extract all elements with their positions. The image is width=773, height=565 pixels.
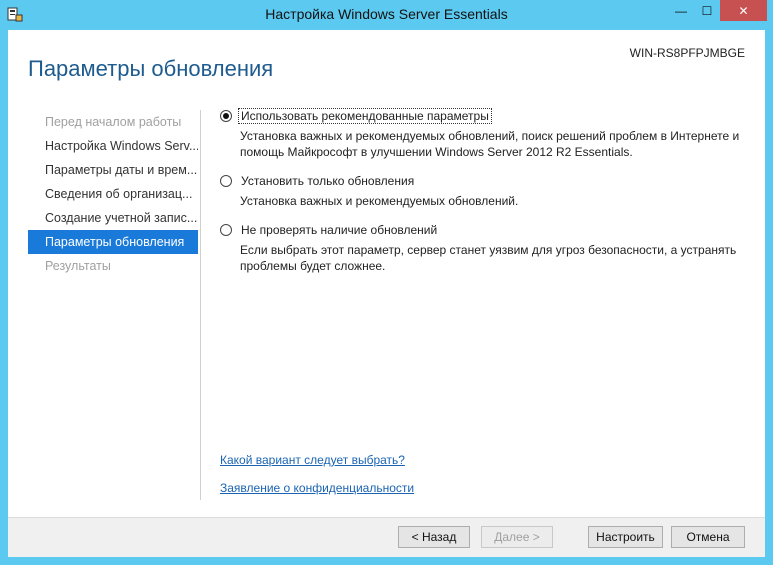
option-updates-only-description: Установка важных и рекомендуемых обновле… <box>240 194 519 208</box>
back-button[interactable]: < Назад <box>398 526 470 548</box>
wizard-footer: < Назад Далее > Настроить Отмена <box>8 518 765 557</box>
maximize-button[interactable]: ☐ <box>694 0 720 21</box>
page-title: Параметры обновления <box>28 56 274 81</box>
nav-divider <box>200 110 201 500</box>
wizard-client-area: WIN-RS8PFPJMBGE Параметры обновления Пер… <box>8 30 765 557</box>
server-name: WIN-RS8PFPJMBGE <box>629 46 745 60</box>
nav-item-date-time[interactable]: Параметры даты и врем... <box>28 158 198 182</box>
nav-item-windows-server-setup[interactable]: Настройка Windows Serv... <box>28 134 198 158</box>
configure-button[interactable]: Настроить <box>588 526 663 548</box>
wizard-steps-nav: Перед началом работы Настройка Windows S… <box>28 110 198 278</box>
radio-no-check[interactable] <box>220 224 232 236</box>
nav-item-before-start: Перед началом работы <box>45 115 182 129</box>
which-option-link[interactable]: Какой вариант следует выбрать? <box>220 453 405 467</box>
nav-item-results: Результаты <box>45 259 111 273</box>
nav-item-organization[interactable]: Сведения об организац... <box>28 182 198 206</box>
option-recommended-description: Установка важных и рекомендуемых обновле… <box>240 129 740 159</box>
radio-updates-only[interactable] <box>220 175 232 187</box>
option-updates-only-label[interactable]: Установить только обновления <box>239 174 416 188</box>
radio-recommended[interactable] <box>220 110 232 122</box>
option-recommended-label[interactable]: Использовать рекомендованные параметры <box>238 108 492 124</box>
next-button[interactable]: Далее > <box>481 526 553 548</box>
privacy-statement-link[interactable]: Заявление о конфиденциальности <box>220 481 414 495</box>
window-title: Настройка Windows Server Essentials <box>265 6 508 22</box>
cancel-button[interactable]: Отмена <box>671 526 745 548</box>
close-button[interactable]: ✕ <box>720 0 767 21</box>
nav-item-create-account[interactable]: Создание учетной запис... <box>28 206 198 230</box>
title-bar[interactable]: Настройка Windows Server Essentials — ☐ … <box>0 0 773 30</box>
option-no-check-description: Если выбрать этот параметр, сервер стане… <box>240 243 737 273</box>
option-no-check-label[interactable]: Не проверять наличие обновлений <box>239 223 439 237</box>
nav-item-update-settings[interactable]: Параметры обновления <box>28 230 198 254</box>
minimize-button[interactable]: — <box>668 0 694 21</box>
